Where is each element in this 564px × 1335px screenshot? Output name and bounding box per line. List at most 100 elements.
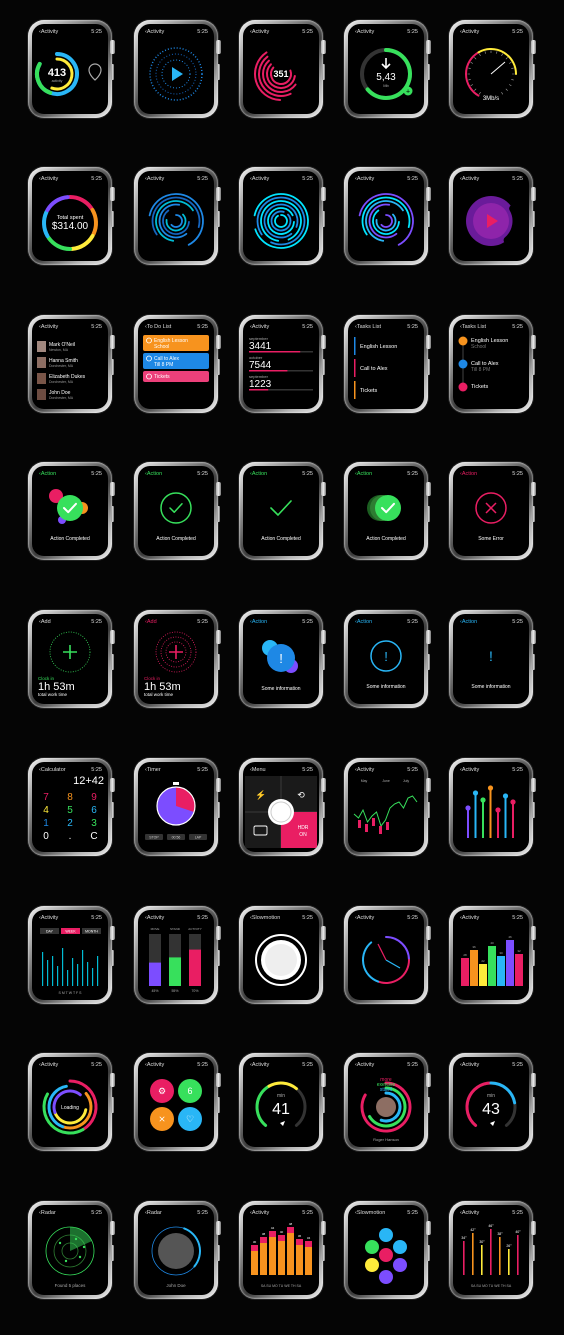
side-button[interactable] (322, 802, 325, 818)
side-button[interactable] (532, 950, 535, 966)
digital-crown[interactable] (216, 335, 221, 349)
menu-dot[interactable] (379, 1248, 393, 1262)
back-title[interactable]: ‹Activity (460, 767, 479, 773)
digital-crown[interactable] (110, 778, 115, 792)
digital-crown[interactable] (426, 630, 431, 644)
side-button[interactable] (532, 506, 535, 522)
back-title[interactable]: ‹Radar (145, 1210, 162, 1216)
digital-crown[interactable] (426, 482, 431, 496)
digital-crown[interactable] (426, 40, 431, 54)
side-button[interactable] (217, 950, 220, 966)
back-title[interactable]: ‹Activity (145, 915, 164, 921)
digital-crown[interactable] (426, 926, 431, 940)
digital-crown[interactable] (321, 778, 326, 792)
calc-key[interactable]: . (69, 831, 72, 842)
back-title[interactable]: ‹Action (145, 471, 162, 477)
todo-item[interactable] (143, 371, 209, 382)
side-button[interactable] (427, 64, 430, 80)
play-icon[interactable] (172, 67, 183, 81)
digital-crown[interactable] (110, 335, 115, 349)
back-title[interactable]: ‹Activity (145, 1062, 164, 1068)
calc-key[interactable]: 2 (67, 818, 73, 829)
back-title[interactable]: ‹Activity (355, 176, 374, 182)
calc-key[interactable]: 6 (91, 805, 97, 816)
add-icon[interactable] (63, 645, 77, 659)
back-title[interactable]: ‹Activity (39, 1062, 58, 1068)
digital-crown[interactable] (531, 187, 536, 201)
digital-crown[interactable] (321, 926, 326, 940)
side-button[interactable] (532, 802, 535, 818)
digital-crown[interactable] (110, 1073, 115, 1087)
back-title[interactable]: ‹Menu (250, 767, 266, 773)
digital-crown[interactable] (531, 778, 536, 792)
digital-crown[interactable] (531, 926, 536, 940)
side-button[interactable] (217, 1097, 220, 1113)
side-button[interactable] (427, 1245, 430, 1261)
digital-crown[interactable] (321, 40, 326, 54)
menu-dot[interactable] (379, 1228, 393, 1242)
back-title[interactable]: ‹Slowmotion (355, 1210, 385, 1216)
back-title[interactable]: ‹Activity (145, 29, 164, 35)
back-title[interactable]: ‹Action (355, 619, 372, 625)
digital-crown[interactable] (531, 335, 536, 349)
digital-crown[interactable] (321, 630, 326, 644)
digital-crown[interactable] (216, 40, 221, 54)
menu-dot[interactable] (365, 1240, 379, 1254)
side-button[interactable] (111, 211, 114, 227)
digital-crown[interactable] (321, 1073, 326, 1087)
menu-dot[interactable] (365, 1258, 379, 1272)
back-title[interactable]: ‹Calculator (39, 767, 66, 773)
back-title[interactable]: ‹Action (460, 471, 477, 477)
digital-crown[interactable] (321, 1221, 326, 1235)
digital-crown[interactable] (426, 1221, 431, 1235)
back-title[interactable]: ‹Activity (460, 915, 479, 921)
side-button[interactable] (322, 1097, 325, 1113)
side-button[interactable] (217, 654, 220, 670)
back-title[interactable]: ‹Action (460, 619, 477, 625)
back-title[interactable]: ‹Timer (145, 767, 161, 773)
digital-crown[interactable] (110, 40, 115, 54)
back-title[interactable]: ‹Activity (460, 1210, 479, 1216)
side-button[interactable] (532, 359, 535, 375)
side-button[interactable] (111, 359, 114, 375)
back-title[interactable]: ‹Activity (355, 1062, 374, 1068)
digital-crown[interactable] (531, 482, 536, 496)
side-button[interactable] (532, 1245, 535, 1261)
back-title[interactable]: ‹Activity (145, 176, 164, 182)
side-button[interactable] (217, 359, 220, 375)
digital-crown[interactable] (216, 482, 221, 496)
digital-crown[interactable] (216, 1073, 221, 1087)
side-button[interactable] (217, 802, 220, 818)
digital-crown[interactable] (110, 926, 115, 940)
digital-crown[interactable] (426, 1073, 431, 1087)
back-title[interactable]: ‹Activity (250, 324, 269, 330)
side-button[interactable] (427, 802, 430, 818)
back-title[interactable]: ‹Activity (39, 29, 58, 35)
digital-crown[interactable] (426, 335, 431, 349)
digital-crown[interactable] (110, 630, 115, 644)
digital-crown[interactable] (321, 335, 326, 349)
side-button[interactable] (111, 654, 114, 670)
back-title[interactable]: ‹Activity (250, 29, 269, 35)
back-title[interactable]: ‹Activity (355, 915, 374, 921)
back-title[interactable]: ‹Action (250, 619, 267, 625)
side-button[interactable] (111, 64, 114, 80)
menu-dot[interactable] (379, 1270, 393, 1284)
back-title[interactable]: ‹Activity (460, 29, 479, 35)
add-icon[interactable] (169, 645, 183, 659)
side-button[interactable] (217, 211, 220, 227)
side-button[interactable] (532, 211, 535, 227)
back-title[interactable]: ‹Slowmotion (250, 915, 280, 921)
side-button[interactable] (427, 1097, 430, 1113)
menu-dot[interactable] (393, 1258, 407, 1272)
side-button[interactable] (322, 1245, 325, 1261)
digital-crown[interactable] (426, 187, 431, 201)
digital-crown[interactable] (531, 40, 536, 54)
side-button[interactable] (532, 64, 535, 80)
back-title[interactable]: ‹Activity (250, 176, 269, 182)
side-button[interactable] (322, 654, 325, 670)
back-title[interactable]: ‹Activity (39, 176, 58, 182)
side-button[interactable] (532, 654, 535, 670)
digital-crown[interactable] (216, 1221, 221, 1235)
side-button[interactable] (322, 506, 325, 522)
